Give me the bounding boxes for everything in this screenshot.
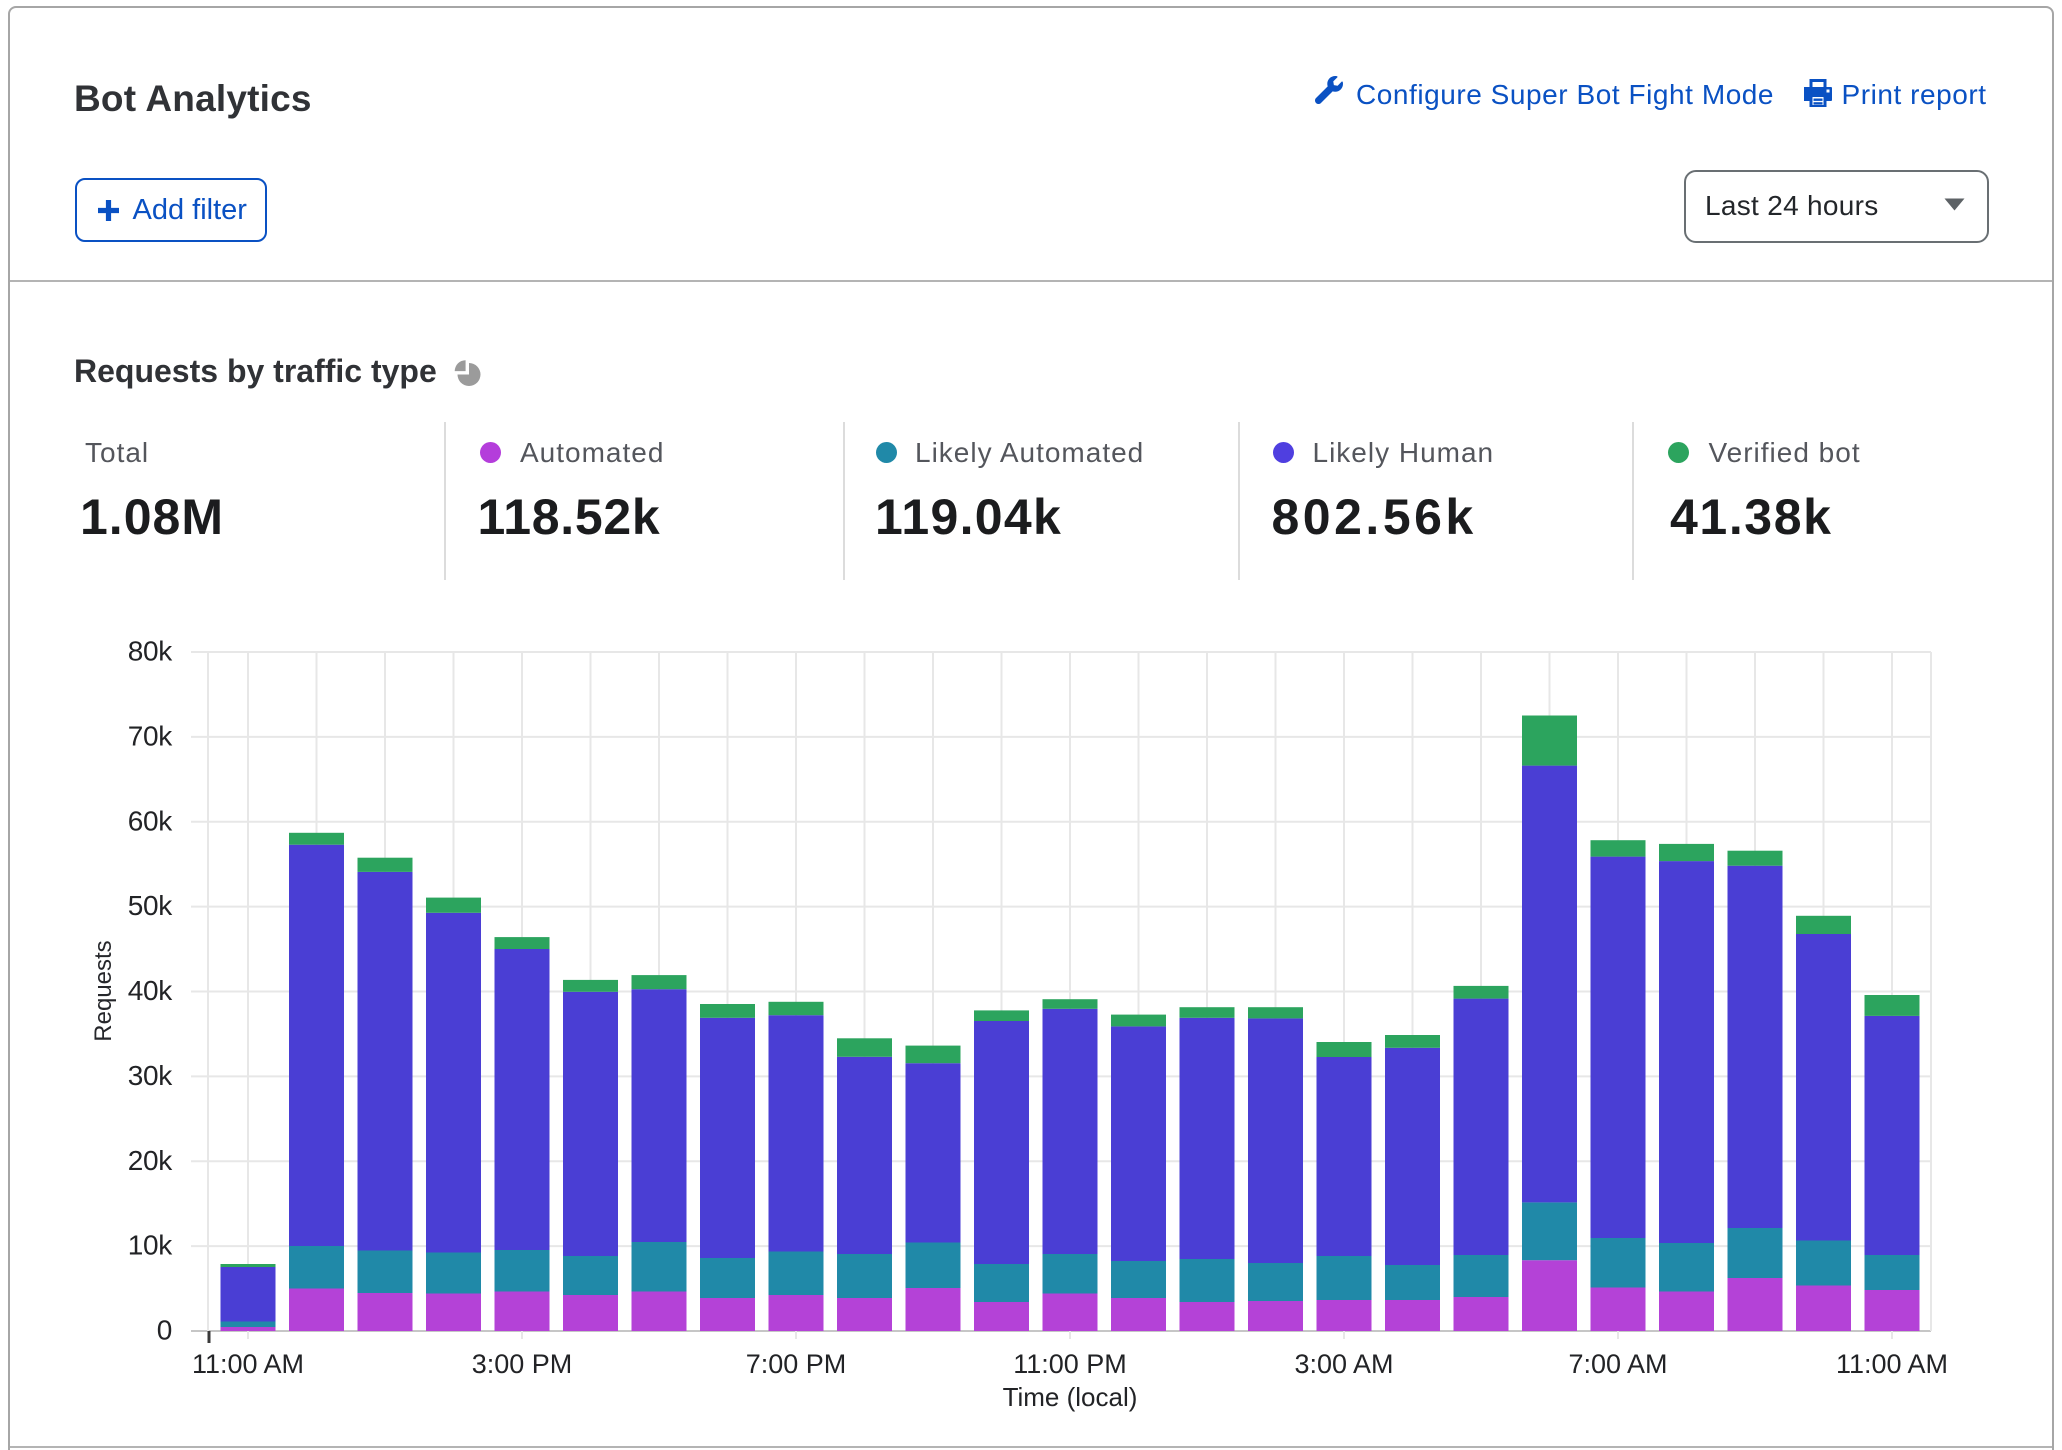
svg-text:7:00 AM: 7:00 AM [1568, 1349, 1667, 1379]
svg-text:70k: 70k [128, 720, 174, 751]
svg-text:60k: 60k [128, 805, 174, 836]
svg-text:30k: 30k [128, 1060, 174, 1091]
svg-text:3:00 AM: 3:00 AM [1294, 1349, 1393, 1379]
svg-text:20k: 20k [128, 1145, 174, 1176]
svg-text:40k: 40k [128, 975, 174, 1006]
svg-text:11:00 AM: 11:00 AM [192, 1349, 304, 1379]
svg-text:0: 0 [157, 1315, 172, 1346]
svg-text:Requests: Requests [90, 940, 117, 1041]
svg-text:10k: 10k [128, 1230, 174, 1261]
svg-text:11:00 PM: 11:00 PM [1013, 1349, 1127, 1379]
svg-text:80k: 80k [128, 636, 174, 667]
svg-text:50k: 50k [128, 890, 174, 921]
svg-text:7:00 PM: 7:00 PM [746, 1349, 847, 1379]
svg-text:11:00 AM: 11:00 AM [1836, 1349, 1948, 1379]
svg-text:Time (local): Time (local) [1003, 1382, 1138, 1412]
svg-text:3:00 PM: 3:00 PM [472, 1349, 573, 1379]
